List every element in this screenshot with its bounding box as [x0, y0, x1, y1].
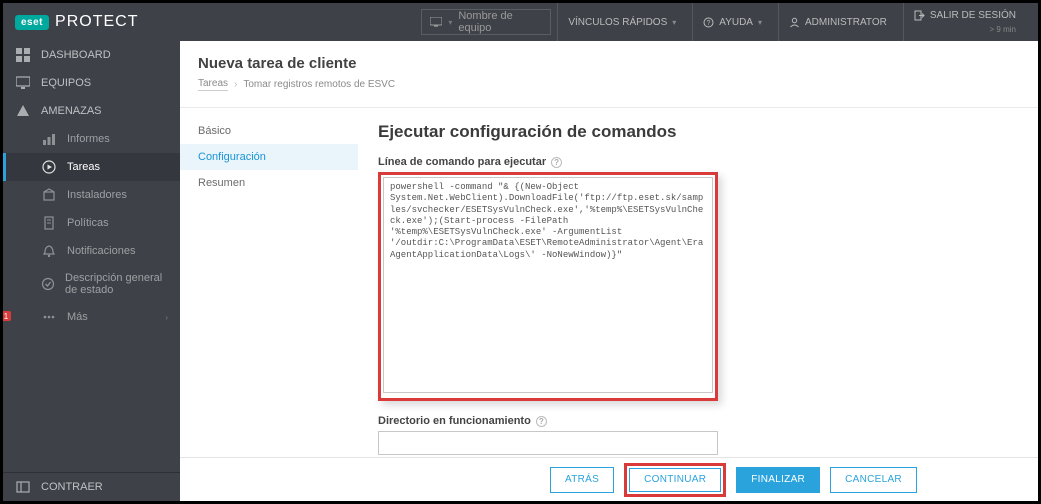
- admin-menu[interactable]: ADMINISTRATOR: [778, 3, 897, 41]
- command-label-text: Línea de comando para ejecutar: [378, 156, 546, 168]
- logout-icon: [914, 10, 925, 21]
- sidebar-item-tasks[interactable]: Tareas: [3, 153, 180, 181]
- command-label: Línea de comando para ejecutar ?: [378, 156, 1018, 168]
- sidebar-item-label: Notificaciones: [67, 245, 135, 257]
- sidebar-collapse-button[interactable]: CONTRAER: [3, 473, 180, 501]
- quick-links-menu[interactable]: VÍNCULOS RÁPIDOS ▾: [557, 3, 686, 41]
- finish-button[interactable]: FINALIZAR: [736, 467, 820, 493]
- app-frame: eset PROTECT ▾ Nombre de equipo VÍNCULOS…: [0, 0, 1041, 504]
- sidebar-item-notifications[interactable]: Notificaciones: [3, 237, 180, 265]
- wizard-footer: ATRÁS CONTINUAR FINALIZAR CANCELAR: [180, 457, 1038, 501]
- wizard-steps: Básico Configuración Resumen: [180, 108, 358, 457]
- chevron-down-icon: ▾: [448, 18, 452, 27]
- sidebar-item-status-overview[interactable]: Descripción general de estado: [3, 265, 180, 303]
- breadcrumb: Tareas › Tomar registros remotos de ESVC: [198, 78, 1020, 91]
- help-label: AYUDA: [719, 17, 753, 28]
- workdir-label-text: Directorio en funcionamiento: [378, 415, 531, 427]
- breadcrumb-leaf: Tomar registros remotos de ESVC: [243, 79, 395, 90]
- app-header: eset PROTECT ▾ Nombre de equipo VÍNCULOS…: [3, 3, 1038, 41]
- document-icon: [41, 216, 57, 230]
- user-icon: [789, 17, 800, 28]
- help-icon: ?: [703, 17, 714, 28]
- logout-label: SALIR DE SESIÓN: [930, 10, 1016, 21]
- sidebar-item-more[interactable]: 1 Más ›: [3, 303, 180, 331]
- sidebar-item-label: Descripción general de estado: [65, 272, 168, 296]
- brand-badge: eset: [15, 15, 49, 30]
- sidebar-item-policies[interactable]: Políticas: [3, 209, 180, 237]
- collapse-label: CONTRAER: [41, 481, 103, 493]
- brand-text: PROTECT: [55, 13, 138, 31]
- sidebar-item-installers[interactable]: Instaladores: [3, 181, 180, 209]
- dashboard-icon: [15, 48, 31, 62]
- more-icon: [41, 310, 57, 324]
- sidebar-item-label: Más: [67, 311, 88, 323]
- notification-badge: 1: [3, 311, 11, 321]
- brand: eset PROTECT: [15, 13, 138, 31]
- step-configuration[interactable]: Configuración: [180, 144, 358, 170]
- search-placeholder: Nombre de equipo: [458, 10, 542, 34]
- play-icon: [41, 160, 57, 174]
- chevron-down-icon: ▾: [672, 18, 676, 27]
- logout-button[interactable]: SALIR DE SESIÓN > 9 min: [903, 3, 1026, 41]
- breadcrumb-root[interactable]: Tareas: [198, 78, 228, 91]
- monitor-icon: [15, 76, 31, 90]
- step-summary[interactable]: Resumen: [180, 170, 358, 196]
- chevron-down-icon: ▾: [758, 18, 762, 27]
- computer-icon: [430, 17, 442, 27]
- help-icon[interactable]: ?: [551, 157, 562, 168]
- search-input[interactable]: ▾ Nombre de equipo: [421, 9, 551, 35]
- form-area: Ejecutar configuración de comandos Línea…: [358, 108, 1038, 457]
- app-body: DASHBOARD EQUIPOS AMENAZAS Informes Tare…: [3, 41, 1038, 501]
- warning-icon: [15, 104, 31, 118]
- sidebar-item-threats[interactable]: AMENAZAS: [3, 97, 180, 125]
- package-icon: [41, 188, 57, 202]
- help-icon[interactable]: ?: [536, 416, 547, 427]
- sidebar: DASHBOARD EQUIPOS AMENAZAS Informes Tare…: [3, 41, 180, 501]
- sidebar-item-label: Políticas: [67, 217, 109, 229]
- chevron-right-icon: ›: [234, 79, 237, 90]
- command-input-highlight: [378, 172, 718, 401]
- continue-button-highlight: CONTINUAR: [624, 463, 726, 497]
- workdir-input[interactable]: [378, 431, 718, 455]
- command-input[interactable]: [383, 177, 713, 393]
- collapse-icon: [15, 480, 31, 494]
- sidebar-item-label: Instaladores: [67, 189, 127, 201]
- svg-text:?: ?: [707, 20, 711, 27]
- help-menu[interactable]: ? AYUDA ▾: [692, 3, 772, 41]
- page-header: Nueva tarea de cliente Tareas › Tomar re…: [180, 41, 1038, 99]
- back-button[interactable]: ATRÁS: [550, 467, 614, 493]
- admin-label: ADMINISTRATOR: [805, 17, 887, 28]
- continue-button[interactable]: CONTINUAR: [629, 468, 721, 492]
- sidebar-item-computers[interactable]: EQUIPOS: [3, 69, 180, 97]
- sidebar-item-dashboard[interactable]: DASHBOARD: [3, 41, 180, 69]
- sidebar-item-label: Tareas: [67, 161, 100, 173]
- sidebar-item-reports[interactable]: Informes: [3, 125, 180, 153]
- content-row: Básico Configuración Resumen Ejecutar co…: [180, 107, 1038, 457]
- workdir-label: Directorio en funcionamiento ?: [378, 415, 1018, 427]
- cancel-button[interactable]: CANCELAR: [830, 467, 917, 493]
- bell-icon: [41, 244, 57, 258]
- status-icon: [41, 277, 55, 291]
- main-panel: Nueva tarea de cliente Tareas › Tomar re…: [180, 41, 1038, 501]
- sidebar-item-label: DASHBOARD: [41, 49, 111, 61]
- step-basic[interactable]: Básico: [180, 118, 358, 144]
- logout-timer: > 9 min: [990, 26, 1016, 35]
- chart-icon: [41, 132, 57, 146]
- sidebar-item-label: EQUIPOS: [41, 77, 91, 89]
- sidebar-item-label: Informes: [67, 133, 110, 145]
- sidebar-item-label: AMENAZAS: [41, 105, 102, 117]
- quick-links-label: VÍNCULOS RÁPIDOS: [568, 17, 667, 28]
- section-title: Ejecutar configuración de comandos: [378, 122, 1018, 142]
- page-title: Nueva tarea de cliente: [198, 55, 1020, 72]
- chevron-right-icon: ›: [165, 313, 168, 322]
